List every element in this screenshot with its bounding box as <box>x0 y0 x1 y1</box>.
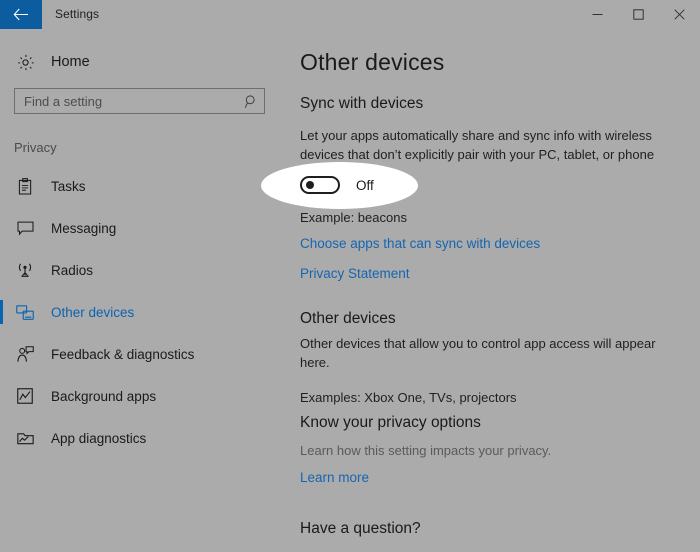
privacy-options-description: Learn how this setting impacts your priv… <box>300 443 552 458</box>
toggle-knob-highlighted <box>306 181 314 189</box>
minimize-button[interactable] <box>577 0 618 29</box>
sync-toggle-state-label-highlighted: Off <box>356 177 374 193</box>
sidebar-item-background-apps[interactable]: Background apps <box>0 375 283 417</box>
gear-icon <box>13 54 37 71</box>
main-content: Other devices Sync with devices Let your… <box>283 29 700 552</box>
question-section-heading: Have a question? <box>300 520 421 537</box>
sidebar-home-label: Home <box>51 54 90 70</box>
sync-section-description: Let your apps automatically share and sy… <box>300 128 655 162</box>
devices-section-heading: Other devices <box>300 310 396 327</box>
close-button[interactable] <box>659 0 700 29</box>
search-box[interactable] <box>14 88 265 114</box>
sidebar-item-label: Background apps <box>51 388 157 404</box>
sidebar-item-radios[interactable]: Radios <box>0 249 283 291</box>
title-bar: Settings <box>0 0 700 29</box>
sidebar-item-label: App diagnostics <box>51 430 147 446</box>
maximize-button[interactable] <box>618 0 659 29</box>
sidebar-item-messaging[interactable]: Messaging <box>0 207 283 249</box>
minimize-icon <box>592 14 603 15</box>
close-icon <box>674 9 685 20</box>
radio-tower-icon <box>14 262 36 278</box>
sidebar-item-label: Other devices <box>51 304 135 320</box>
sidebar-section-label: Privacy <box>14 140 57 155</box>
chart-window-icon <box>14 388 36 404</box>
sidebar-item-label: Feedback & diagnostics <box>51 346 195 362</box>
sync-section-heading: Sync with devices <box>300 95 424 112</box>
sidebar-item-label: Tasks <box>51 178 86 194</box>
privacy-statement-link[interactable]: Privacy Statement <box>300 266 410 281</box>
app-diagnostics-icon <box>14 431 36 445</box>
sidebar-item-app-diagnostics[interactable]: App diagnostics <box>0 417 283 459</box>
devices-section-description: Other devices that allow you to control … <box>300 336 656 370</box>
choose-apps-link[interactable]: Choose apps that can sync with devices <box>300 236 540 251</box>
sidebar-item-tasks[interactable]: Tasks <box>0 165 283 207</box>
sync-toggle-switch-highlighted[interactable] <box>300 176 340 194</box>
speech-bubble-icon <box>14 221 36 236</box>
sidebar-item-label: Radios <box>51 262 94 278</box>
maximize-icon <box>633 9 644 20</box>
back-button[interactable] <box>0 0 42 29</box>
settings-window: Settings Home Find a setting Privacy Tas… <box>0 0 700 552</box>
highlighted-sync-toggle-row: Off <box>300 176 374 194</box>
window-controls <box>577 0 700 29</box>
person-feedback-icon <box>14 345 36 363</box>
search-icon <box>238 94 264 109</box>
window-title: Settings <box>55 7 100 21</box>
sidebar-item-home[interactable]: Home <box>0 45 283 79</box>
devices-section-examples: Examples: Xbox One, TVs, projectors <box>300 390 517 405</box>
back-arrow-icon <box>13 8 28 21</box>
search-input[interactable] <box>15 90 238 112</box>
sidebar-item-feedback-diagnostics[interactable]: Feedback & diagnostics <box>0 333 283 375</box>
sync-example-text: Example: beacons <box>300 210 407 225</box>
sidebar-item-label: Messaging <box>51 220 117 236</box>
privacy-options-heading: Know your privacy options <box>300 414 481 431</box>
devices-icon <box>14 304 36 320</box>
page-title: Other devices <box>300 49 445 75</box>
sidebar-item-other-devices[interactable]: Other devices <box>0 291 283 333</box>
sidebar: Home Privacy Task <box>0 29 283 552</box>
clipboard-icon <box>14 177 36 195</box>
sidebar-nav-list: Tasks Messaging Radios Other devices Fee… <box>0 165 283 459</box>
learn-more-link[interactable]: Learn more <box>300 470 369 485</box>
